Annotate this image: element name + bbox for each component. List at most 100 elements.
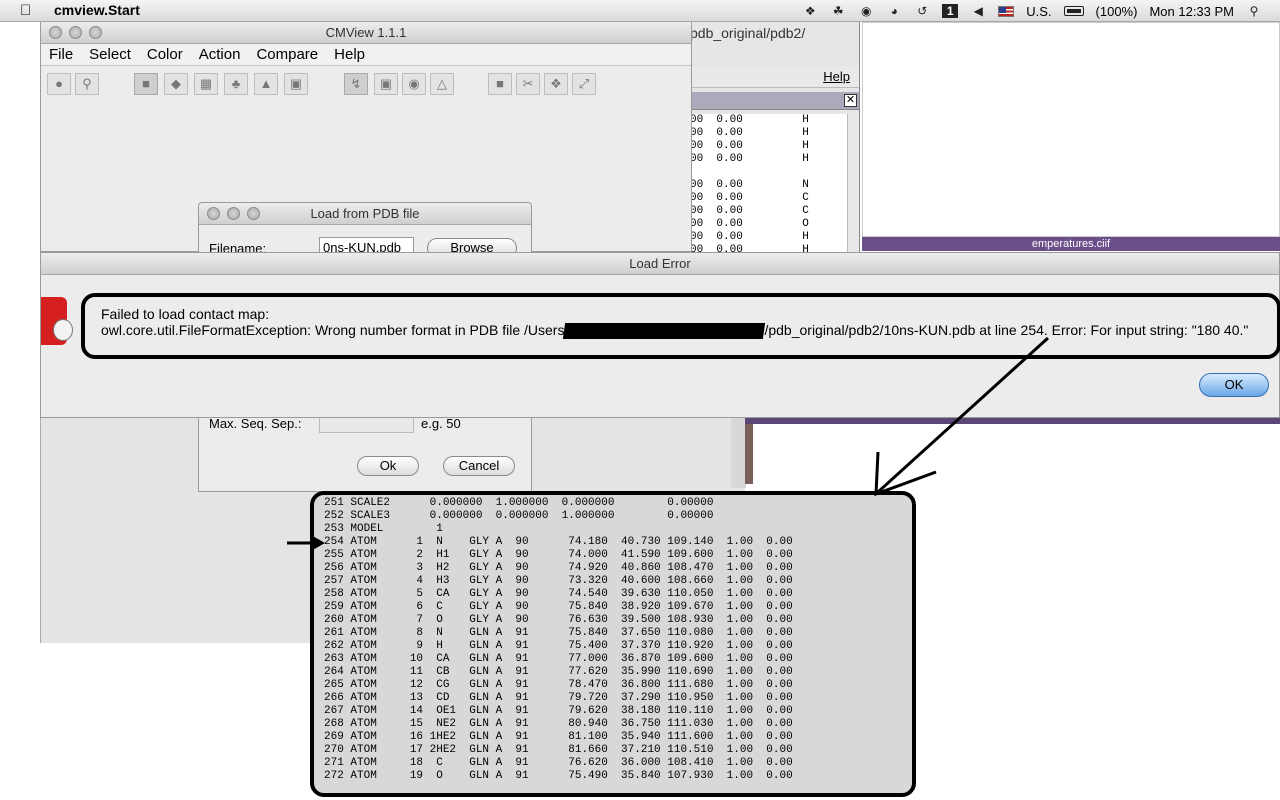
lightning-tool-icon[interactable]: ↯ [344, 73, 368, 95]
background-window [862, 22, 1280, 237]
pdb-line: 265 ATOM 12 CG GLN A 91 78.470 36.800 11… [324, 679, 793, 691]
redaction-mark [563, 323, 766, 340]
load-error-title: Load Error [629, 256, 691, 271]
pdb-line: 266 ATOM 13 CD GLN A 91 79.720 37.290 11… [324, 692, 793, 704]
stop-icon[interactable]: ■ [488, 73, 512, 95]
flag-icon[interactable] [998, 5, 1015, 17]
max-seq-sep-label: Max. Seq. Sep.: [209, 416, 302, 431]
editor-line: 00 0.00 H [690, 127, 809, 139]
fill-select-icon[interactable]: ◆ [164, 73, 188, 95]
cancel-button[interactable]: Cancel [443, 456, 515, 476]
sync-icon[interactable]: ◉ [858, 4, 874, 18]
editor-text-area[interactable]: 00 0.00 H 00 0.00 H 00 0.00 H 00 0.00 H 00 … [690, 114, 848, 252]
editor-tab-bar [690, 92, 859, 110]
editor-line: 00 0.00 C [690, 205, 809, 217]
desktop-photo [745, 424, 753, 484]
load-pdb-title: Load from PDB file [310, 206, 420, 221]
volume-icon[interactable]: ◀ [970, 4, 986, 18]
show-second-icon[interactable]: △ [430, 73, 454, 95]
pdb-line: 255 ATOM 2 H1 GLY A 90 74.000 41.590 109… [324, 549, 793, 561]
keyboard-layout[interactable]: U.S. [1026, 4, 1051, 19]
editor-line: 00 0.00 O [690, 218, 809, 230]
close-button[interactable] [49, 26, 62, 39]
pdb-line: 264 ATOM 11 CB GLN A 91 77.620 35.990 11… [324, 666, 793, 678]
sse-select-icon[interactable]: ▲ [254, 73, 278, 95]
pdb-file-excerpt: 251 SCALE2 0.000000 1.000000 0.000000 0.… [310, 491, 916, 797]
evernote-icon[interactable]: ☘ [830, 4, 846, 18]
wifi-icon[interactable]: ◕ [886, 4, 902, 18]
menu-compare[interactable]: Compare [248, 44, 326, 65]
battery-icon[interactable] [1063, 6, 1084, 16]
show-common-icon[interactable]: ▣ [374, 73, 398, 95]
zoom-button[interactable] [89, 26, 102, 39]
menu-help[interactable]: Help [326, 44, 373, 65]
zoom-tool-icon[interactable]: ⚲ [75, 73, 99, 95]
spaces-icon[interactable]: 1 [942, 4, 959, 18]
battery-percent[interactable]: (100%) [1096, 4, 1138, 19]
cmview-menu: File Select Color Action Compare Help [41, 44, 691, 66]
cmview-toolbar: ● ⚲ ■ ◆ ▦ ♣ ▲ ▣ ↯ ▣ ◉ △ ■ ✂ ❖ ⤢ [41, 66, 691, 100]
info-tool-icon[interactable]: ● [47, 73, 71, 95]
fullscreen-icon[interactable]: ⤢ [572, 73, 596, 95]
editor-line: 00 0.00 H [690, 114, 809, 126]
editor-line: 00 0.00 H [690, 231, 809, 243]
pdb-line: 261 ATOM 8 N GLN A 91 75.840 37.650 110.… [324, 627, 793, 639]
pdb-line: 271 ATOM 18 C GLN A 91 76.620 36.000 108… [324, 757, 793, 769]
error-ok-button[interactable]: OK [1199, 373, 1269, 397]
grid-select-icon[interactable]: ▣ [284, 73, 308, 95]
pdb-line: 262 ATOM 9 H GLN A 91 75.400 37.370 110.… [324, 640, 793, 652]
dropbox-icon[interactable]: ❖ [802, 4, 818, 18]
error-line-2: owl.core.util.FileFormatException: Wrong… [101, 322, 1261, 340]
menubar-tray: ❖ ☘ ◉ ◕ ↺ 1 ◀ U.S. (100%) Mon 12:33 PM ⚲ [802, 0, 1280, 22]
pdb-line: 267 ATOM 14 OE1 GLN A 91 79.620 38.180 1… [324, 705, 793, 717]
error-message: Failed to load contact map: owl.core.uti… [81, 293, 1280, 359]
show-first-icon[interactable]: ◉ [402, 73, 426, 95]
load-error-dialog: Load Error Failed to load contact map: o… [40, 252, 1280, 418]
time-machine-icon[interactable]: ↺ [914, 4, 930, 18]
pdb-line: 268 ATOM 15 NE2 GLN A 91 80.940 36.750 1… [324, 718, 793, 730]
load-pdb-titlebar[interactable]: Load from PDB file [199, 203, 531, 225]
menu-file[interactable]: File [41, 44, 81, 65]
menu-color[interactable]: Color [139, 44, 191, 65]
cut-icon[interactable]: ✂ [516, 73, 540, 95]
apple-icon[interactable]:  [20, 2, 31, 19]
error-icon [41, 297, 73, 347]
pdb-line: 272 ATOM 19 O GLN A 91 75.490 35.840 107… [324, 770, 793, 782]
cmview-lower-scroll [731, 418, 746, 488]
pdb-line: 251 SCALE2 0.000000 1.000000 0.000000 0.… [324, 497, 714, 509]
app-name-menu[interactable]: cmview.Start [54, 2, 140, 18]
editor-line: 00 0.00 H [690, 140, 809, 152]
close-icon[interactable]: ✕ [844, 94, 857, 107]
annotation-arrow-big [874, 336, 1050, 497]
editor-scrollbar[interactable] [847, 114, 859, 252]
dialog-zoom-button[interactable] [247, 207, 260, 220]
menu-action[interactable]: Action [191, 44, 249, 65]
cmview-title: CMView 1.1.1 [325, 25, 407, 40]
desktop-file-label[interactable]: emperatures.ciif [862, 237, 1280, 251]
pdb-line: 254 ATOM 1 N GLY A 90 74.180 40.730 109.… [324, 536, 793, 548]
minimize-button[interactable] [69, 26, 82, 39]
pdb-line: 263 ATOM 10 CA GLN A 91 77.000 36.870 10… [324, 653, 793, 665]
editor-help-link[interactable]: Help [823, 69, 850, 84]
cmview-titlebar[interactable]: CMView 1.1.1 [41, 22, 691, 44]
square-select-icon[interactable]: ■ [134, 73, 158, 95]
menubar-clock[interactable]: Mon 12:33 PM [1149, 4, 1234, 19]
pdb-line: 253 MODEL 1 [324, 523, 443, 535]
annotation-arrow-left [287, 535, 325, 551]
pdb-line: 256 ATOM 3 H2 GLY A 90 74.920 40.860 108… [324, 562, 793, 574]
load-error-titlebar[interactable]: Load Error [41, 253, 1279, 275]
background-editor-window: pdb_original/pdb2/ Help ✕ 00 0.00 H 00 0.… [690, 22, 860, 252]
editor-help-bar: Help [690, 66, 859, 88]
error-line-1: Failed to load contact map: [101, 306, 270, 322]
ok-button[interactable]: Ok [357, 456, 419, 476]
dialog-minimize-button[interactable] [227, 207, 240, 220]
node-select-icon[interactable]: ♣ [224, 73, 248, 95]
spotlight-icon[interactable]: ⚲ [1246, 4, 1262, 18]
dialog-close-button[interactable] [207, 207, 220, 220]
puzzle-icon[interactable]: ❖ [544, 73, 568, 95]
menu-select[interactable]: Select [81, 44, 139, 65]
pdb-line: 257 ATOM 4 H3 GLY A 90 73.320 40.600 108… [324, 575, 793, 587]
pdb-line: 258 ATOM 5 CA GLY A 90 74.540 39.630 110… [324, 588, 793, 600]
diagonal-select-icon[interactable]: ▦ [194, 73, 218, 95]
